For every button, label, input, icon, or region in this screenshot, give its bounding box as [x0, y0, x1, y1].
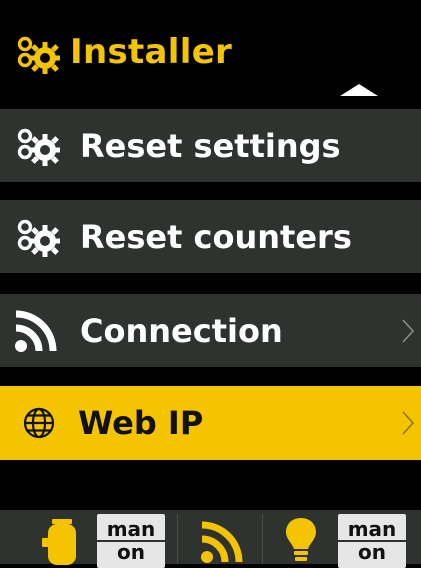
menu-item-label: Reset counters: [80, 217, 352, 256]
pump-mode-badge: man on: [97, 514, 165, 568]
menu-item-label: Web IP: [78, 404, 204, 442]
rss-feed-icon: [15, 310, 57, 352]
rss-feed-icon: [201, 521, 243, 563]
light-mode-text: man: [347, 517, 397, 541]
menu-item-reset-settings[interactable]: Reset settings: [0, 109, 421, 182]
pump-mode-text: man: [106, 517, 156, 541]
screen-header: Installer: [0, 0, 421, 104]
pump-icon: [42, 519, 76, 565]
gears-icon: [17, 36, 60, 74]
divider: [262, 514, 263, 564]
light-state-text: on: [358, 540, 386, 564]
globe-icon: [23, 407, 55, 439]
chevron-right-icon: [402, 318, 415, 343]
menu-item-label: Connection: [80, 311, 283, 350]
divider: [177, 514, 178, 564]
menu-item-web-ip[interactable]: Web IP: [0, 386, 421, 460]
gears-icon: [17, 128, 60, 166]
pump-state-text: on: [117, 540, 145, 564]
menu-item-label: Reset settings: [80, 126, 341, 165]
page-title: Installer: [70, 32, 233, 72]
chevron-right-icon: [402, 411, 415, 435]
light-mode-badge: man on: [338, 514, 406, 568]
up-arrow-icon[interactable]: [340, 84, 378, 96]
bulb-icon: [286, 518, 316, 561]
menu-item-connection[interactable]: Connection: [0, 294, 421, 367]
gears-icon: [17, 219, 60, 257]
menu-item-reset-counters[interactable]: Reset counters: [0, 200, 421, 273]
